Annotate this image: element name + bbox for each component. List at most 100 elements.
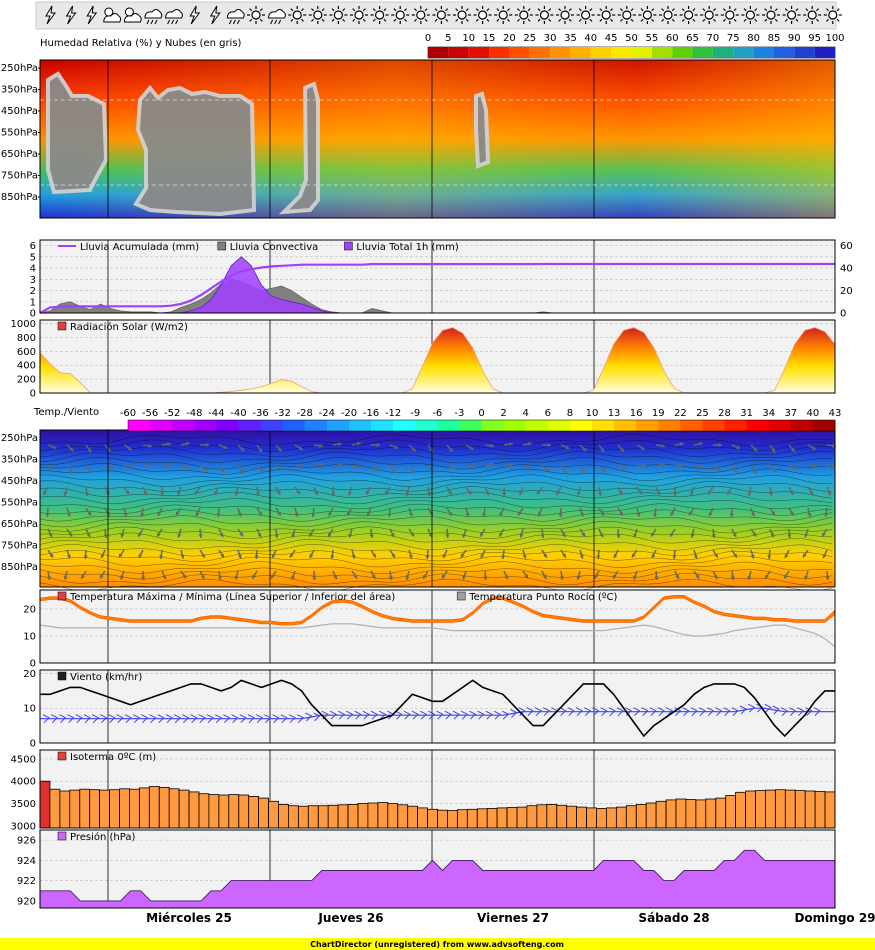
radiation-y-tick: 800 xyxy=(17,333,36,344)
temperature-scale-cell xyxy=(746,420,770,431)
temperature-scale-tick: 19 xyxy=(652,408,665,419)
radiation-y-tick: 0 xyxy=(30,389,36,400)
sun-icon xyxy=(720,6,739,24)
isotherm-bar xyxy=(635,804,647,829)
temperature-scale-tick: 28 xyxy=(718,408,731,419)
isotherm-bar xyxy=(109,789,120,829)
temperature-scale-tick: 6 xyxy=(545,408,551,419)
temperature-scale-cell xyxy=(614,420,637,431)
sun-icon xyxy=(679,6,698,24)
temperature-scale-tick: -32 xyxy=(274,408,290,419)
sun-icon xyxy=(782,6,801,24)
rain-y-tick: 4 xyxy=(30,264,36,275)
legend-swatch xyxy=(57,831,67,841)
humidity-scale-cell xyxy=(794,47,815,58)
sun-icon xyxy=(638,6,657,24)
radiation-y-tick: 600 xyxy=(17,347,36,358)
temperature-scale-tick: 43 xyxy=(829,408,842,419)
sun-icon xyxy=(514,6,533,24)
day-label: Domingo 29 xyxy=(794,911,875,925)
isotherm-bar xyxy=(367,802,379,829)
isotherm-bar xyxy=(89,789,101,829)
isotherm-bar xyxy=(735,791,746,829)
humidity-scale-cell xyxy=(428,47,449,58)
isotherm-bar xyxy=(357,803,369,829)
sun-icon xyxy=(617,6,636,24)
humidity-scale-cell xyxy=(814,47,835,58)
humidity-scale-tick: 25 xyxy=(523,33,536,44)
temperature-scale-cell xyxy=(371,420,394,431)
legend-label: Temperatura Punto Rocío (ºC) xyxy=(468,591,617,603)
temperature-scale-cell xyxy=(525,420,549,431)
radiation-y-tick: 400 xyxy=(17,361,36,372)
temperature-scale-cell xyxy=(194,420,217,431)
humidity-scale-tick: 75 xyxy=(727,33,740,44)
isotherm-bar xyxy=(317,805,329,829)
humidity-scale-tick: 100 xyxy=(825,33,844,44)
temperature-scale-tick: -40 xyxy=(230,408,246,419)
legend-swatch xyxy=(217,241,227,251)
sun-icon xyxy=(370,6,389,24)
temperature-scale-tick: -3 xyxy=(454,408,464,419)
sun-icon xyxy=(453,6,471,24)
humidity-scale-cell xyxy=(753,47,774,58)
rain-y-tick: 5 xyxy=(30,252,36,263)
isotherm-bar xyxy=(685,799,697,829)
legend-swatch xyxy=(344,241,353,251)
temperature-scale-cell xyxy=(128,420,151,431)
pressure-y-tick: 924 xyxy=(17,856,36,867)
isotherm-bar xyxy=(526,805,538,829)
humidity-scale-tick: 95 xyxy=(808,33,821,44)
humidity-y-ticks: 250hPa 350hPa 450hPa 550hPa 650hPa 750hPa 850h… xyxy=(1,63,40,203)
sun-icon xyxy=(762,6,780,24)
sun-icon xyxy=(659,6,677,24)
humidity-scale-tick: 5 xyxy=(445,33,451,44)
sun-icon xyxy=(308,6,327,24)
isotherm-bar xyxy=(128,788,140,829)
sun-icon xyxy=(247,6,265,24)
rain-panel: 01234560204060Lluvia Acumulada (mm) Lluvi… xyxy=(30,239,853,320)
temperature-scale-tick: -60 xyxy=(120,408,136,419)
isotherm-bar xyxy=(725,795,737,829)
day-label: Miércoles 25 xyxy=(146,911,232,925)
isotherm-bar xyxy=(268,800,279,829)
sun-icon xyxy=(411,6,430,24)
radiation-y-tick: 1000 xyxy=(11,319,36,330)
temperature-panel: 0 10 20 Temperatura Máxima / Mínima (Línea … xyxy=(23,589,836,670)
isotherm-bar xyxy=(496,807,508,829)
isotherm-bar xyxy=(59,790,71,829)
sun-icon xyxy=(803,6,822,24)
wind-y-tick: 10 xyxy=(23,704,36,715)
isotherm-bar xyxy=(198,793,210,829)
temperature-scale-cell xyxy=(724,420,748,431)
wind-y-tick: 0 xyxy=(30,739,36,750)
isotherm-bar xyxy=(49,788,61,829)
isotherm-bar xyxy=(377,802,389,829)
humidity-scale-tick: 60 xyxy=(666,33,679,44)
temperature-scale-cell xyxy=(680,420,703,431)
humidity-scale-tick: 15 xyxy=(483,33,496,44)
humidity-panel: 0 5 10 15 20 25 30 35 40 45 50 55 60 65 70 75 80 85 90 95 10… xyxy=(1,33,845,219)
humidity-y-tick: 650hPa xyxy=(1,149,38,160)
temp-wind-y-tick: 650hPa xyxy=(1,519,38,530)
isotherm-bar xyxy=(556,804,568,829)
day-label: Jueves 26 xyxy=(317,911,383,925)
legend-label: Presión (hPa) xyxy=(70,831,135,843)
isotherm-bar xyxy=(566,805,578,829)
isotherm-bar xyxy=(138,787,150,829)
humidity-scale-tick: 50 xyxy=(625,33,638,44)
isotherm-panel: 3000 3500 4000 4500 Isoterma 0ºC (m) xyxy=(11,749,836,832)
isotherm-bar xyxy=(775,789,786,829)
legend-label: Temperatura Máxima / Mínima (Línea Super… xyxy=(69,591,395,603)
isotherm-bar xyxy=(218,794,230,829)
wind-y-tick: 20 xyxy=(23,669,36,680)
isotherm-bar xyxy=(784,789,796,829)
sun-icon xyxy=(473,6,492,24)
temperature-scale-cell xyxy=(702,420,726,431)
temperature-scale-cell xyxy=(459,420,482,431)
humidity-scale-tick: 45 xyxy=(605,33,618,44)
humidity-scale: 0 5 10 15 20 25 30 35 40 45 50 55 60 65 70 75 80 85 90 95 10… xyxy=(425,33,845,58)
isotherm-bar xyxy=(625,805,637,829)
isotherm-bar xyxy=(536,804,548,829)
isotherm-bar xyxy=(228,794,240,829)
